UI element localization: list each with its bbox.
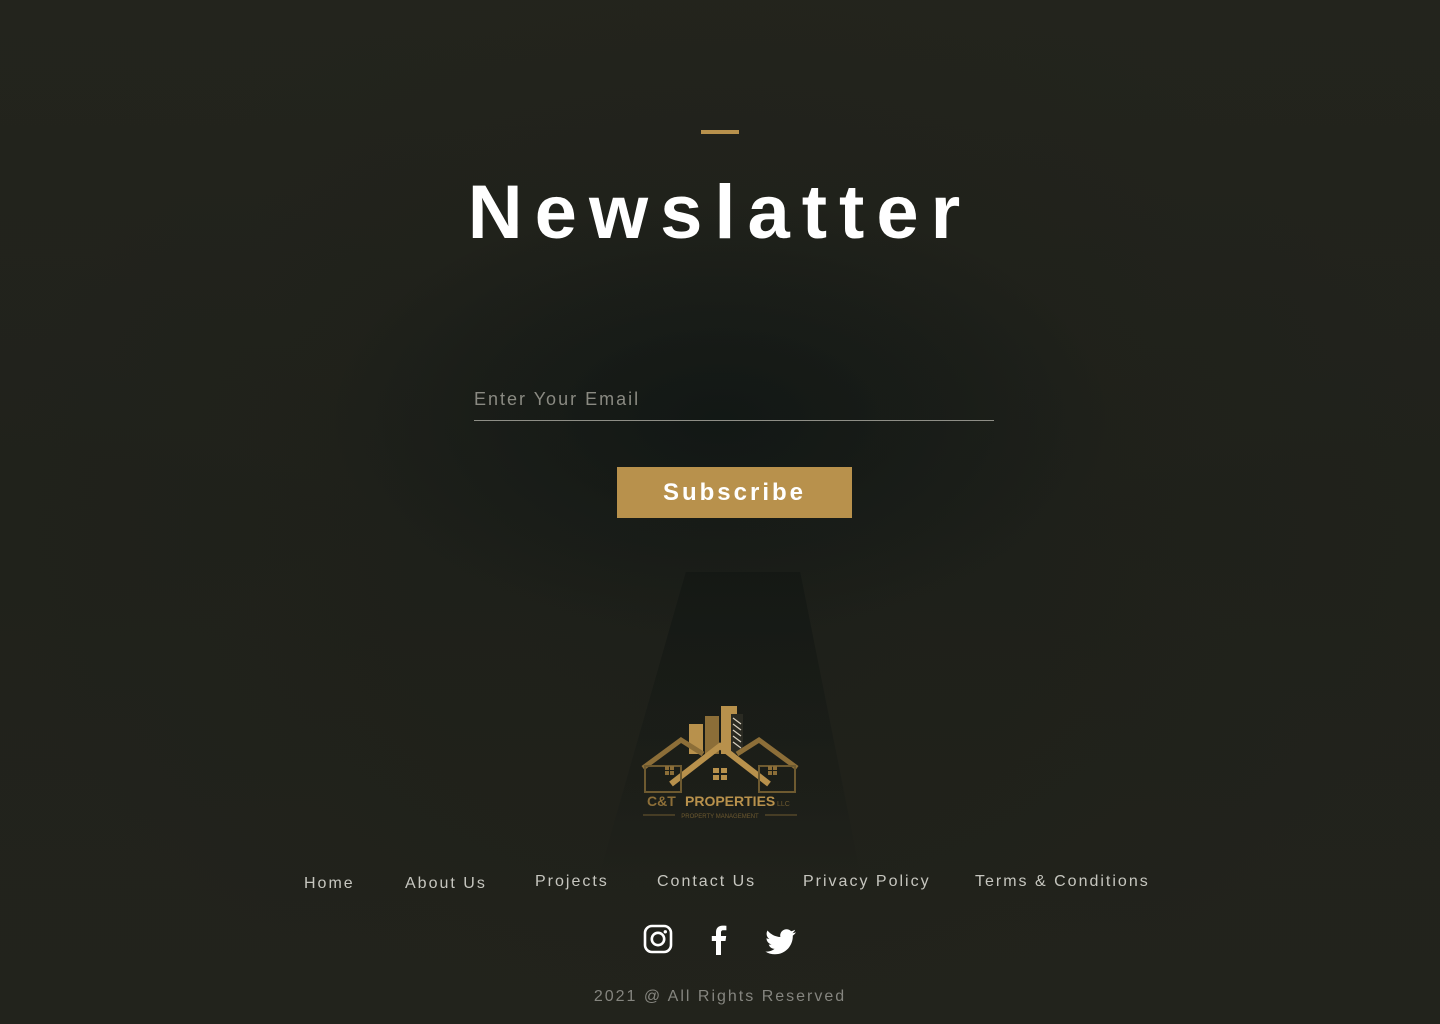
nav-link-home[interactable]: Home (304, 875, 355, 893)
twitter-icon (765, 929, 796, 955)
instagram-link[interactable] (643, 922, 673, 958)
subscribe-button[interactable]: Subscribe (617, 467, 852, 518)
footer-nav: Home About Us Projects Contact Us Privac… (0, 870, 1440, 900)
instagram-icon (643, 924, 673, 954)
email-input[interactable] (474, 380, 994, 418)
logo-text-llc: LLC (777, 801, 790, 808)
logo-graphic: C&T PROPERTIES LLC PROPERTY MANAGEMENT (641, 706, 799, 820)
nav-link-contact-us[interactable]: Contact Us (657, 873, 756, 891)
copyright-text: 2021 @ All Rights Reserved (593, 988, 847, 1005)
facebook-link[interactable] (708, 922, 730, 958)
newsletter-title: Newslatter (467, 170, 973, 255)
nav-link-about-us[interactable]: About Us (405, 875, 487, 893)
nav-link-projects[interactable]: Projects (535, 873, 609, 891)
logo-text-properties: PROPERTIES (685, 793, 775, 809)
nav-link-privacy-policy[interactable]: Privacy Policy (803, 873, 931, 891)
nav-link-terms-conditions[interactable]: Terms & Conditions (975, 873, 1150, 891)
facebook-icon (711, 925, 727, 955)
title-accent-bar (701, 130, 739, 134)
email-field-wrapper (474, 380, 994, 421)
logo-text-ct: C&T (647, 793, 676, 809)
twitter-link[interactable] (765, 922, 797, 958)
logo-tagline: PROPERTY MANAGEMENT (681, 814, 759, 820)
company-logo: C&T PROPERTIES LLC PROPERTY MANAGEMENT (641, 702, 799, 820)
